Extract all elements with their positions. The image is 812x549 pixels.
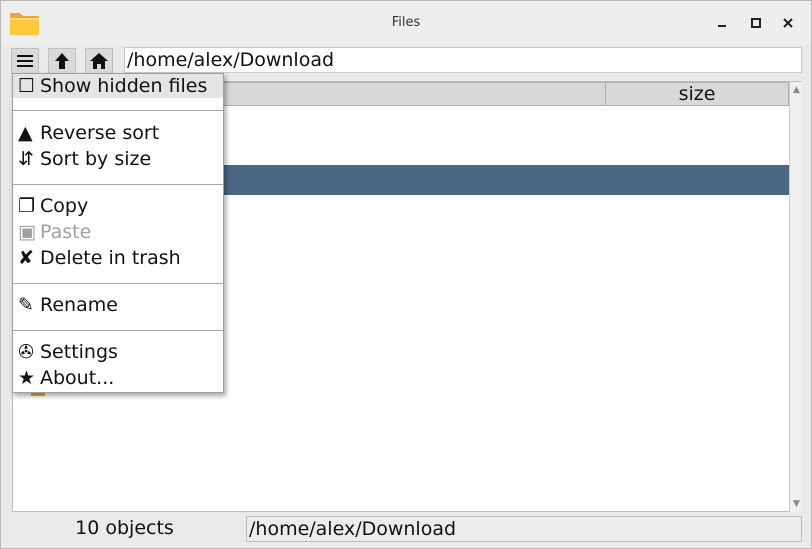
maximize-icon <box>751 18 761 28</box>
menu-item-copy[interactable]: ❐ Copy <box>18 194 88 218</box>
status-bar: 10 objects /home/alex/Download <box>1 513 811 548</box>
status-path-field: /home/alex/Download <box>246 516 802 542</box>
toolbar: /home/alex/Download <box>1 45 811 75</box>
menu-separator <box>13 283 223 284</box>
menu-item-paste[interactable]: ▣ Paste <box>18 220 91 244</box>
minimize-icon <box>718 25 726 27</box>
maximize-button[interactable] <box>748 15 764 31</box>
menu-item-rename[interactable]: ✎ Rename <box>18 293 118 317</box>
title-bar[interactable]: Files <box>1 1 811 45</box>
menu-separator <box>13 184 223 185</box>
home-button[interactable] <box>85 48 113 74</box>
menu-item-label: Sort by size <box>40 148 152 170</box>
scroll-up-icon[interactable]: ▲ <box>791 84 802 96</box>
menu-item-reverse-sort[interactable]: ▲ Reverse sort <box>18 121 159 145</box>
scroll-down-icon[interactable]: ▼ <box>791 498 802 510</box>
copy-icon: ❐ <box>18 195 36 217</box>
up-button[interactable] <box>48 48 76 74</box>
menu-item-label: About... <box>40 367 115 389</box>
paste-icon: ▣ <box>18 221 36 243</box>
menu-item-label: Reverse sort <box>40 122 160 144</box>
menu-item-label: Paste <box>40 221 92 243</box>
menu-item-label: Delete in trash <box>40 247 181 269</box>
menu-button[interactable] <box>11 48 39 74</box>
menu-separator <box>13 110 223 111</box>
close-icon <box>783 18 793 28</box>
menu-item-label: Copy <box>40 195 89 217</box>
menu-item-label: Rename <box>40 294 118 316</box>
file-manager-window: Files /home/alex/Download size ▲ ▼ ☐ Sho… <box>0 0 812 549</box>
window-title: Files <box>391 15 421 30</box>
sort-arrows-icon: ⇵ <box>18 148 34 170</box>
menu-item-sort-by-size[interactable]: ⇵ Sort by size <box>18 147 151 171</box>
triangle-up-icon: ▲ <box>18 122 33 144</box>
star-icon: ★ <box>18 367 36 389</box>
arrow-up-icon <box>55 53 69 69</box>
menu-item-label: Settings <box>40 341 118 363</box>
context-menu: ☐ Show hidden files ▲ Reverse sort ⇵ Sort b… <box>12 73 224 393</box>
minimize-button[interactable] <box>714 15 730 31</box>
path-input[interactable]: /home/alex/Download <box>124 47 802 73</box>
home-icon <box>90 53 108 69</box>
delete-icon: ✘ <box>18 247 34 269</box>
menu-item-settings[interactable]: ✇ Settings <box>18 340 118 364</box>
vertical-scrollbar[interactable]: ▲ ▼ <box>789 82 802 512</box>
column-header-size[interactable]: size <box>605 82 789 106</box>
close-button[interactable] <box>780 15 796 31</box>
menu-item-delete-in-trash[interactable]: ✘ Delete in trash <box>18 246 181 270</box>
settings-icon: ✇ <box>18 341 34 363</box>
hamburger-icon <box>17 55 33 67</box>
menu-separator <box>13 330 223 331</box>
menu-item-show-hidden[interactable]: ☐ Show hidden files <box>13 74 223 98</box>
object-count: 10 objects <box>75 517 174 539</box>
pencil-icon: ✎ <box>18 294 34 316</box>
menu-item-label: Show hidden files <box>40 75 208 97</box>
menu-item-about[interactable]: ★ About... <box>18 366 114 390</box>
checkbox-icon: ☐ <box>18 75 36 97</box>
